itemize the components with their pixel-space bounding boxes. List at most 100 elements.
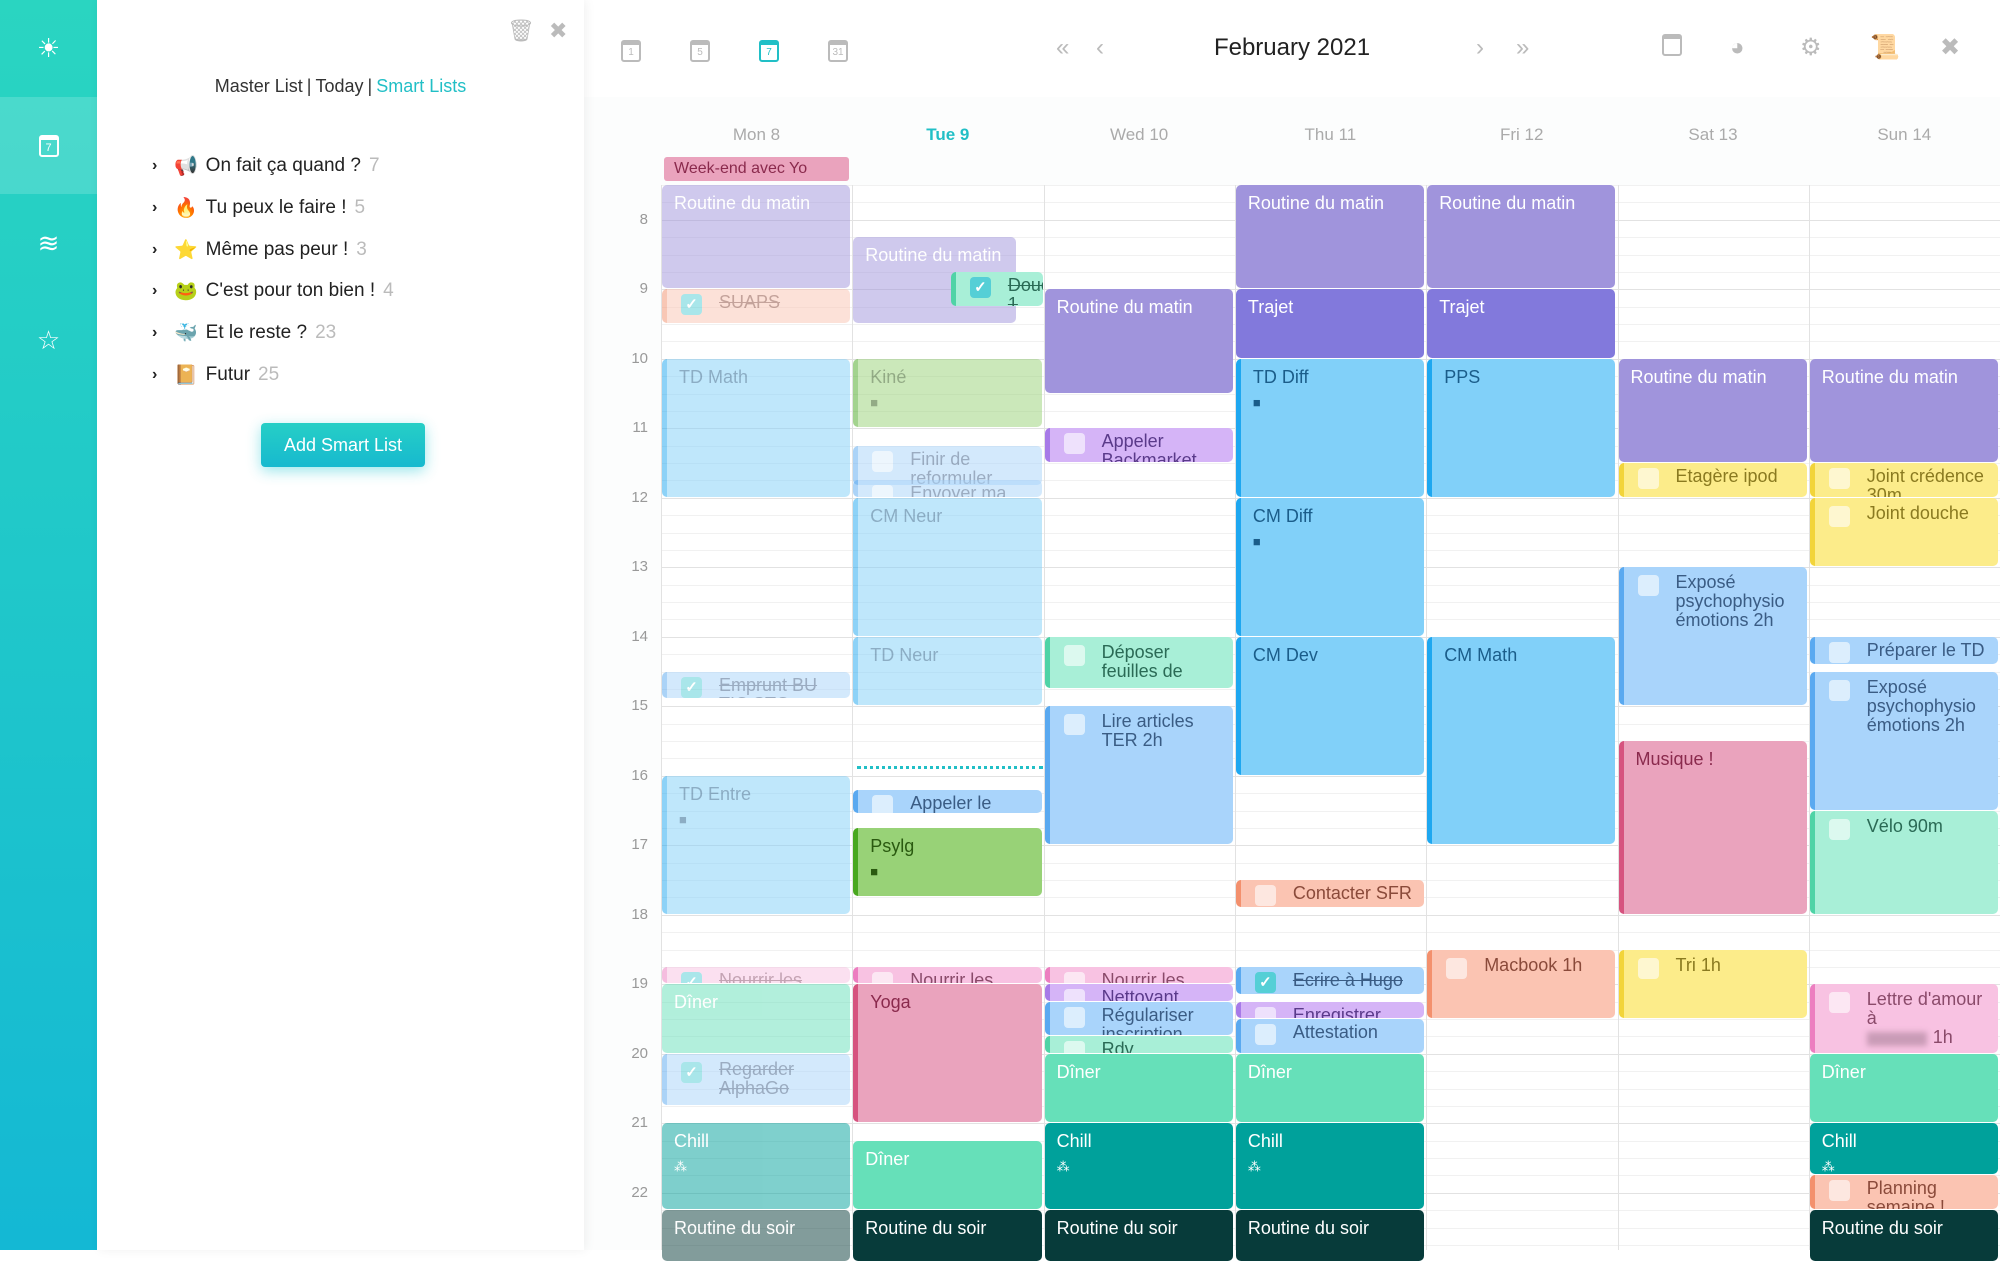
chevron-right-icon[interactable]: › [152, 282, 166, 300]
checked-checkbox[interactable]: ✓ [681, 294, 702, 316]
checked-checkbox[interactable]: ✓ [681, 1061, 702, 1083]
checkbox[interactable] [872, 794, 894, 813]
calendar-event[interactable]: CM Math [1427, 636, 1616, 845]
smart-list-item[interactable]: › 🔥 Tu peux le faire ! 5 [152, 193, 365, 223]
view-5-day-button[interactable]: 5 [690, 34, 710, 62]
calendar-event[interactable]: Routine du matin [1044, 289, 1233, 393]
task-event[interactable]: Lire articles TER 2h [1044, 706, 1233, 845]
view-7-day-button[interactable]: 7 [759, 34, 779, 62]
task-event[interactable]: Déposer feuilles de [1044, 636, 1233, 688]
jump-back-button[interactable]: « [1056, 34, 1069, 62]
task-event[interactable]: ✓ Douche 1 [950, 271, 1043, 306]
smart-list-item[interactable]: › ⭐ Même pas peur ! 3 [152, 235, 367, 265]
calendar-event[interactable]: Dîner [1044, 1053, 1233, 1123]
calendar-event[interactable]: Chill ⁂ [1809, 1123, 1999, 1175]
task-event[interactable]: Exposé psychophysio émotions 2h [1618, 567, 1807, 706]
next-week-button[interactable]: › [1476, 34, 1484, 62]
task-event[interactable]: ✓ Nourrir les [662, 966, 851, 984]
task-event[interactable]: Rdv [1044, 1036, 1233, 1053]
checkbox[interactable] [1637, 957, 1659, 979]
checkbox[interactable] [1063, 989, 1085, 1001]
task-event[interactable]: Préparer le TD [1809, 636, 1999, 664]
checkbox[interactable] [1637, 575, 1659, 597]
checked-checkbox[interactable]: ✓ [969, 276, 991, 298]
checkbox[interactable] [1446, 957, 1468, 979]
calendar-event[interactable]: Kiné ■ [853, 358, 1042, 428]
trash-icon[interactable]: 🗑 [507, 18, 535, 44]
checkbox[interactable] [1828, 641, 1850, 663]
calendar-event[interactable]: PPS [1427, 358, 1616, 497]
checkbox[interactable] [1828, 818, 1850, 840]
view-1-day-button[interactable]: 1 [621, 34, 641, 62]
task-event[interactable]: Joint douche [1809, 497, 1999, 567]
calendar-event[interactable]: Routine du matin [1235, 185, 1425, 289]
checkbox[interactable] [1063, 971, 1085, 984]
smart-list-item[interactable]: › 📔 Futur 25 [152, 360, 279, 390]
tab-smart-lists[interactable]: Smart Lists [376, 76, 466, 96]
day-header[interactable]: Thu 11 [1235, 125, 1426, 145]
task-event[interactable]: ✓ SUAPS ■ [662, 289, 851, 323]
rail-item-calendar[interactable]: 7 [0, 97, 97, 194]
task-event[interactable]: Appeler le [853, 789, 1042, 813]
calendar-event[interactable]: Chill ⁂ [662, 1123, 851, 1210]
chevron-right-icon[interactable]: › [152, 324, 166, 342]
calendar-event[interactable]: Routine du soir [1809, 1210, 1999, 1261]
checked-checkbox[interactable]: ✓ [681, 676, 702, 698]
view-31-day-button[interactable]: 31 [828, 34, 848, 62]
checked-checkbox[interactable]: ✓ [1254, 971, 1276, 993]
calendar-event[interactable]: TD Math [662, 358, 851, 497]
calendar-event[interactable]: TD Diff ■ [1235, 358, 1425, 497]
calendar-event[interactable]: Dîner [1235, 1053, 1425, 1123]
checkbox[interactable] [1254, 1006, 1276, 1018]
task-event[interactable]: Contacter SFR [1235, 880, 1425, 907]
day-header[interactable]: Fri 12 [1426, 125, 1617, 145]
rail-item-sun[interactable]: ☀ [0, 0, 97, 97]
checked-checkbox[interactable]: ✓ [681, 971, 702, 984]
calendar-event[interactable]: Musique ! [1618, 741, 1807, 914]
checkbox[interactable] [872, 485, 894, 497]
close-icon[interactable]: ✖ [549, 18, 567, 44]
rail-item-star[interactable]: ☆ [0, 292, 97, 389]
calendar-event[interactable]: Routine du matin [1427, 185, 1616, 289]
calendar-event[interactable]: CM Neur [853, 497, 1042, 636]
task-event[interactable]: Nettoyant [1044, 984, 1233, 1001]
prev-week-button[interactable]: ‹ [1096, 34, 1104, 62]
calendar-event[interactable]: Dîner [662, 984, 851, 1053]
calendar-event[interactable]: Dîner [1809, 1053, 1999, 1123]
checkbox[interactable] [1828, 505, 1850, 527]
day-header[interactable]: Sat 13 [1618, 125, 1809, 145]
task-event[interactable]: Exposé psychophysio émotions 2h [1809, 671, 1999, 810]
checkbox[interactable] [1254, 1024, 1276, 1045]
smart-list-item[interactable]: › 🐸 C'est pour ton bien ! 4 [152, 276, 394, 306]
calendar-event[interactable]: Dîner [853, 1140, 1042, 1210]
checkbox[interactable] [1063, 1041, 1085, 1053]
checkbox[interactable] [1254, 885, 1276, 906]
chevron-right-icon[interactable]: › [152, 241, 166, 259]
task-event[interactable]: Régulariser inscription [1044, 1001, 1233, 1036]
calendar-event[interactable]: CM Dev [1235, 636, 1425, 775]
task-event[interactable]: Envoyer ma [853, 480, 1042, 497]
task-event[interactable]: Attestation [1235, 1019, 1425, 1053]
calendar-event[interactable]: Routine du soir [853, 1210, 1042, 1261]
calendar-event[interactable]: Routine du matin [1618, 358, 1807, 462]
day-header[interactable]: Sun 14 [1809, 125, 2000, 145]
calendar-event[interactable]: Routine du matin [1809, 358, 1999, 462]
jump-forward-button[interactable]: » [1516, 34, 1529, 62]
checkbox[interactable] [1828, 679, 1850, 701]
checkbox[interactable] [1063, 433, 1085, 455]
chevron-right-icon[interactable]: › [152, 366, 166, 384]
checkbox[interactable] [872, 971, 894, 984]
task-event[interactable]: Joint crédence 30m [1809, 463, 1999, 497]
checkbox[interactable] [1063, 1006, 1085, 1028]
task-event[interactable]: ✓ Emprunt BU TIC STC [662, 671, 851, 699]
calendar-icon[interactable] [1662, 34, 1682, 63]
tab-master-list[interactable]: Master List [215, 76, 303, 96]
calendar-event[interactable]: Routine du matin [662, 185, 851, 289]
calendar-event[interactable]: TD Neur [853, 636, 1042, 706]
all-day-event[interactable]: Week-end avec Yo [664, 157, 849, 181]
rail-item-stack[interactable]: ≋ [0, 195, 97, 292]
task-event[interactable]: Nourrir les [1044, 966, 1233, 984]
scroll-icon[interactable]: 📜 [1870, 34, 1900, 62]
calendar-event[interactable]: CM Diff ■ [1235, 497, 1425, 636]
calendar-event[interactable]: Trajet [1235, 289, 1425, 358]
